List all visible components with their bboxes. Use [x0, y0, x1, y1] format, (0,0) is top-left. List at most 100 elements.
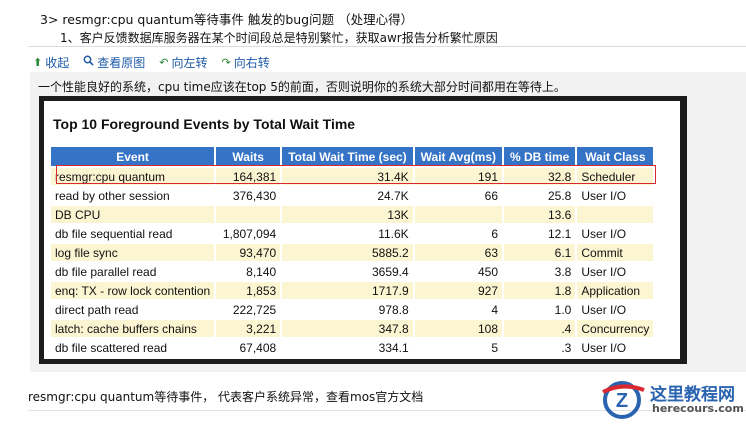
table-cell: 1,853 — [216, 282, 281, 299]
awr-report-image[interactable]: Top 10 Foreground Events by Total Wait T… — [39, 96, 687, 364]
table-cell: 108 — [414, 320, 503, 337]
table-cell: resmgr:cpu quantum — [51, 168, 215, 185]
table-row: read by other session 376,430 24.7K 66 25.8 U… — [51, 187, 654, 204]
table-cell: 450 — [414, 263, 503, 280]
awr-report-body: Top 10 Foreground Events by Total Wait T… — [44, 101, 680, 359]
table-cell: 1717.9 — [282, 282, 413, 299]
watermark: Z 这里教程网 herecours.com — [600, 378, 746, 422]
magnify-icon — [83, 55, 94, 69]
table-cell: 93,470 — [216, 244, 281, 261]
table-cell — [577, 206, 654, 223]
table-cell: 1.0 — [504, 301, 576, 318]
table-cell: db file parallel read — [51, 263, 215, 280]
table-cell: 24.7K — [282, 187, 413, 204]
table-row: DB CPU 13K 13.6 — [51, 206, 654, 223]
view-original-label: 查看原图 — [97, 55, 146, 70]
table-cell: 5 — [414, 339, 503, 356]
table-cell: 25.8 — [504, 187, 576, 204]
table-cell: 1,807,094 — [216, 225, 281, 242]
table-cell — [216, 206, 281, 223]
table-cell: 334.1 — [282, 339, 413, 356]
column-header: Event — [51, 147, 215, 166]
table-cell: User I/O — [577, 187, 654, 204]
column-header: Wait Avg(ms) — [414, 147, 503, 166]
table-cell: 3659.4 — [282, 263, 413, 280]
table-cell: 347.8 — [282, 320, 413, 337]
column-header: % DB time — [504, 147, 576, 166]
rotate-right-icon: ↷ — [221, 55, 231, 69]
table-cell: 978.8 — [282, 301, 413, 318]
column-header: Waits — [216, 147, 281, 166]
table-cell — [414, 206, 503, 223]
table-cell: DB CPU — [51, 206, 215, 223]
rotate-left-icon: ↶ — [159, 55, 169, 69]
table-header-row: Event Waits Total Wait Time (sec) Wait A… — [51, 147, 654, 166]
table-cell: enq: TX - row lock contention — [51, 282, 215, 299]
table-cell: Scheduler — [577, 168, 654, 185]
table-row: db file scattered read 67,408 334.1 5.3 User… — [51, 339, 654, 356]
table-row: db file sequential read 1,807,094 11.6K 6 12… — [51, 225, 654, 242]
footer-text: resmgr:cpu quantum等待事件， 代表客户系统异常，查看mos官方… — [28, 390, 424, 404]
section-heading: 3> resmgr:cpu quantum等待事件 触发的bug问题 （处理心得… — [40, 12, 414, 27]
table-cell: db file sequential read — [51, 225, 215, 242]
table-cell: 31.4K — [282, 168, 413, 185]
table-row: db file parallel read 8,140 3659.4 450 3.8 Us… — [51, 263, 654, 280]
table-cell: User I/O — [577, 339, 654, 356]
table-cell: 11.6K — [282, 225, 413, 242]
table-cell: 1.8 — [504, 282, 576, 299]
table-cell: 4 — [414, 301, 503, 318]
table-cell: 164,381 — [216, 168, 281, 185]
table-cell: 66 — [414, 187, 503, 204]
rotate-left-label: 向左转 — [171, 55, 208, 70]
table-cell: Commit — [577, 244, 654, 261]
rotate-right-button[interactable]: ↷ 向右转 — [221, 52, 269, 72]
collapse-button[interactable]: ⬆ 收起 — [33, 52, 69, 72]
report-title: Top 10 Foreground Events by Total Wait T… — [53, 116, 356, 132]
table-cell: User I/O — [577, 263, 654, 280]
table-row: latch: cache buffers chains 3,221 347.8 108… — [51, 320, 654, 337]
events-table: Event Waits Total Wait Time (sec) Wait A… — [49, 145, 655, 358]
table-cell: Concurrency — [577, 320, 654, 337]
table-cell: Application — [577, 282, 654, 299]
table-cell: User I/O — [577, 225, 654, 242]
rotate-right-label: 向右转 — [233, 55, 270, 70]
table-cell: 8,140 — [216, 263, 281, 280]
table-cell: .3 — [504, 339, 576, 356]
watermark-url: herecours.com — [652, 402, 744, 415]
table-cell: 6.1 — [504, 244, 576, 261]
table-cell: User I/O — [577, 301, 654, 318]
column-header: Total Wait Time (sec) — [282, 147, 413, 166]
view-original-button[interactable]: 查看原图 — [83, 52, 145, 72]
table-cell: db file scattered read — [51, 339, 215, 356]
table-row: direct path read 222,725 978.8 4 1.0 User I/O — [51, 301, 654, 318]
column-header: Wait Class — [577, 147, 654, 166]
table-row: resmgr:cpu quantum 164,381 31.4K 191 32.8 Sch… — [51, 168, 654, 185]
table-cell: direct path read — [51, 301, 215, 318]
watermark-logo-icon: Z — [602, 381, 645, 419]
table-cell: 3.8 — [504, 263, 576, 280]
table-cell: 376,430 — [216, 187, 281, 204]
table-cell: 63 — [414, 244, 503, 261]
table-cell: latch: cache buffers chains — [51, 320, 215, 337]
watermark-logo-letter: Z — [616, 390, 628, 412]
table-cell: 3,221 — [216, 320, 281, 337]
table-cell: 5885.2 — [282, 244, 413, 261]
divider — [28, 46, 746, 47]
table-cell: 13.6 — [504, 206, 576, 223]
table-cell: .4 — [504, 320, 576, 337]
table-cell: 32.8 — [504, 168, 576, 185]
table-cell: 191 — [414, 168, 503, 185]
table-row: log file sync 93,470 5885.2 63 6.1 Commit — [51, 244, 654, 261]
image-caption: 一个性能良好的系统，cpu time应该在top 5的前面，否则说明你的系统大部… — [38, 80, 566, 94]
collapse-label: 收起 — [45, 55, 70, 70]
table-cell: 927 — [414, 282, 503, 299]
table-cell: 67,408 — [216, 339, 281, 356]
table-cell: 12.1 — [504, 225, 576, 242]
table-cell: 13K — [282, 206, 413, 223]
rotate-left-button[interactable]: ↶ 向左转 — [159, 52, 207, 72]
table-row: enq: TX - row lock contention 1,853 1717.9… — [51, 282, 654, 299]
arrow-up-icon: ⬆ — [33, 55, 43, 69]
table-cell: log file sync — [51, 244, 215, 261]
table-cell: 222,725 — [216, 301, 281, 318]
image-toolbar: ⬆ 收起 查看原图 ↶ 向左转 ↷ 向右转 — [33, 52, 270, 72]
